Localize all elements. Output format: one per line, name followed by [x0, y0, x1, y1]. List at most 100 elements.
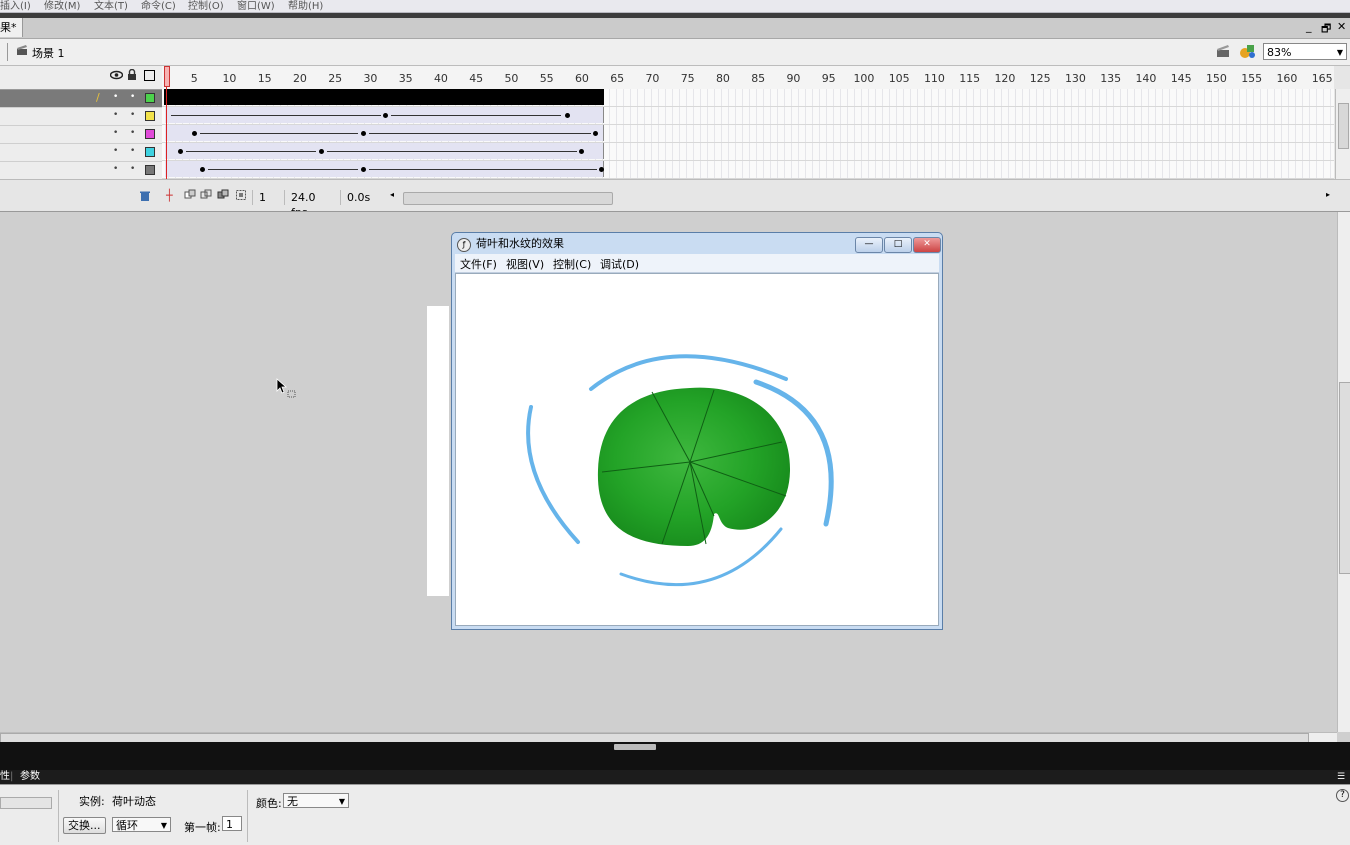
first-frame-input[interactable]: 1 [222, 816, 242, 831]
player-close-button[interactable]: ✕ [913, 237, 941, 253]
keyframe[interactable] [579, 149, 584, 154]
layer-row-5[interactable]: • • [0, 162, 162, 180]
keyframe[interactable] [200, 167, 205, 172]
menu-commands[interactable]: 命令(C) [141, 0, 176, 12]
panel-divider [0, 742, 1350, 770]
scene-name[interactable]: 场景 1 [32, 45, 65, 61]
keyframe[interactable] [192, 131, 197, 136]
frame-rate[interactable]: 24.0 fps [284, 190, 339, 219]
timeline-horizontal-scrollbar[interactable] [403, 192, 613, 205]
document-tab[interactable]: 果* [0, 18, 23, 37]
divider [247, 790, 248, 842]
timeline-vertical-scrollbar[interactable] [1335, 89, 1350, 187]
ruler-tick: 165 [1311, 72, 1333, 85]
lock-dot[interactable]: • [130, 146, 135, 156]
scroll-thumb[interactable] [1339, 382, 1350, 574]
ruler-tick: 85 [751, 72, 766, 85]
layer-row-3[interactable]: • • [0, 126, 162, 144]
player-menu-control[interactable]: 控制(C) [553, 256, 591, 272]
menu-window[interactable]: 窗口(W) [237, 0, 275, 12]
menu-help[interactable]: 帮助(H) [288, 0, 323, 12]
zoom-value: 83% [1267, 46, 1292, 59]
lock-dot[interactable]: • [130, 164, 135, 174]
scroll-right-icon[interactable]: ▸ [1326, 190, 1330, 199]
frame-row-1[interactable] [162, 89, 1334, 107]
playhead[interactable] [164, 66, 170, 87]
player-title: 荷叶和水纹的效果 [476, 237, 564, 250]
frame-row-5[interactable] [162, 161, 1334, 179]
player-minimize-button[interactable]: — [855, 237, 883, 253]
keyframe[interactable] [599, 167, 604, 172]
flash-player-window[interactable]: ƒ 荷叶和水纹的效果 — □ ✕ 文件(F) 视图(V) 控制(C) 调试(D) [451, 232, 943, 630]
lock-dot[interactable]: • [130, 128, 135, 138]
outline-icon[interactable] [144, 70, 155, 81]
lock-icon[interactable] [127, 68, 137, 84]
visibility-dot[interactable]: • [113, 146, 118, 156]
layer-color-swatch[interactable] [145, 93, 155, 103]
layer-row-2[interactable]: • • [0, 108, 162, 126]
onion-outline-icon[interactable] [200, 189, 212, 204]
visibility-dot[interactable]: • [113, 110, 118, 120]
eye-icon[interactable] [109, 70, 124, 83]
tab-properties[interactable]: 性 [0, 770, 10, 784]
visibility-dot[interactable]: • [113, 164, 118, 174]
collapse-handle[interactable] [614, 744, 656, 750]
doc-minimize-button[interactable]: _ [1306, 20, 1312, 33]
ruler-tick: 120 [994, 72, 1016, 85]
onion-skin-icon[interactable] [184, 189, 196, 204]
keyframe[interactable] [361, 167, 366, 172]
frame-row-3[interactable] [162, 125, 1334, 143]
layer-color-swatch[interactable] [145, 147, 155, 157]
edit-multiple-frames-icon[interactable] [217, 189, 229, 204]
symbol-type-select[interactable] [0, 797, 52, 809]
instance-name: 荷叶动态 [112, 795, 156, 808]
lock-dot[interactable]: • [130, 92, 135, 102]
layer-row-1[interactable]: / • • [0, 90, 162, 108]
center-frame-icon[interactable]: ┼ [166, 189, 173, 202]
panel-menu-icon[interactable]: ☰ [1337, 770, 1345, 784]
player-maximize-button[interactable]: □ [884, 237, 912, 253]
layer-color-swatch[interactable] [145, 129, 155, 139]
player-menu-debug[interactable]: 调试(D) [600, 256, 639, 272]
player-menu-file[interactable]: 文件(F) [460, 256, 497, 272]
frame-row-4[interactable] [162, 143, 1334, 161]
swap-button[interactable]: 交换... [63, 817, 106, 834]
layer-color-swatch[interactable] [145, 165, 155, 175]
visibility-dot[interactable]: • [113, 128, 118, 138]
scroll-thumb[interactable] [1338, 103, 1349, 149]
keyframe[interactable] [178, 149, 183, 154]
modify-onion-markers-icon[interactable] [235, 189, 247, 204]
layer-color-swatch[interactable] [145, 111, 155, 121]
player-menu-view[interactable]: 视图(V) [506, 256, 544, 272]
zoom-select[interactable]: 83% ▼ [1263, 43, 1347, 60]
frame-grid[interactable] [162, 89, 1334, 179]
loop-select[interactable]: 循环 ▼ [112, 817, 171, 832]
tween-arrow [369, 133, 591, 134]
doc-close-button[interactable]: ✕ [1337, 20, 1346, 33]
color-select[interactable]: 无 ▼ [283, 793, 349, 808]
frame-row-2[interactable] [162, 107, 1334, 125]
menu-bar: 插入(I) 修改(M) 文本(T) 命令(C) 控制(O) 窗口(W) 帮助(H… [0, 0, 1350, 13]
edit-symbols-icon[interactable] [1239, 42, 1257, 63]
stage-vertical-scrollbar[interactable] [1337, 212, 1350, 732]
edit-scene-icon[interactable] [1216, 43, 1232, 62]
layer-row-4[interactable]: • • [0, 144, 162, 162]
scroll-left-icon[interactable]: ◂ [390, 190, 394, 199]
keyframe[interactable] [565, 113, 570, 118]
frame-ruler[interactable]: 1510152025303540455055606570758085909510… [162, 66, 1334, 90]
keyframe[interactable] [361, 131, 366, 136]
tab-parameters[interactable]: 参数 [20, 770, 40, 784]
keyframe[interactable] [593, 131, 598, 136]
visibility-dot[interactable]: • [113, 92, 118, 102]
doc-restore-button[interactable]: 🗗 [1321, 20, 1331, 39]
chevron-down-icon: ▼ [338, 797, 345, 806]
menu-text[interactable]: 文本(T) [94, 0, 128, 12]
keyframe[interactable] [383, 113, 388, 118]
trash-icon[interactable] [139, 190, 151, 205]
menu-insert[interactable]: 插入(I) [0, 0, 31, 12]
help-icon[interactable]: ? [1336, 789, 1349, 802]
menu-control[interactable]: 控制(O) [188, 0, 224, 12]
menu-modify[interactable]: 修改(M) [44, 0, 80, 12]
lock-dot[interactable]: • [130, 110, 135, 120]
keyframe[interactable] [319, 149, 324, 154]
